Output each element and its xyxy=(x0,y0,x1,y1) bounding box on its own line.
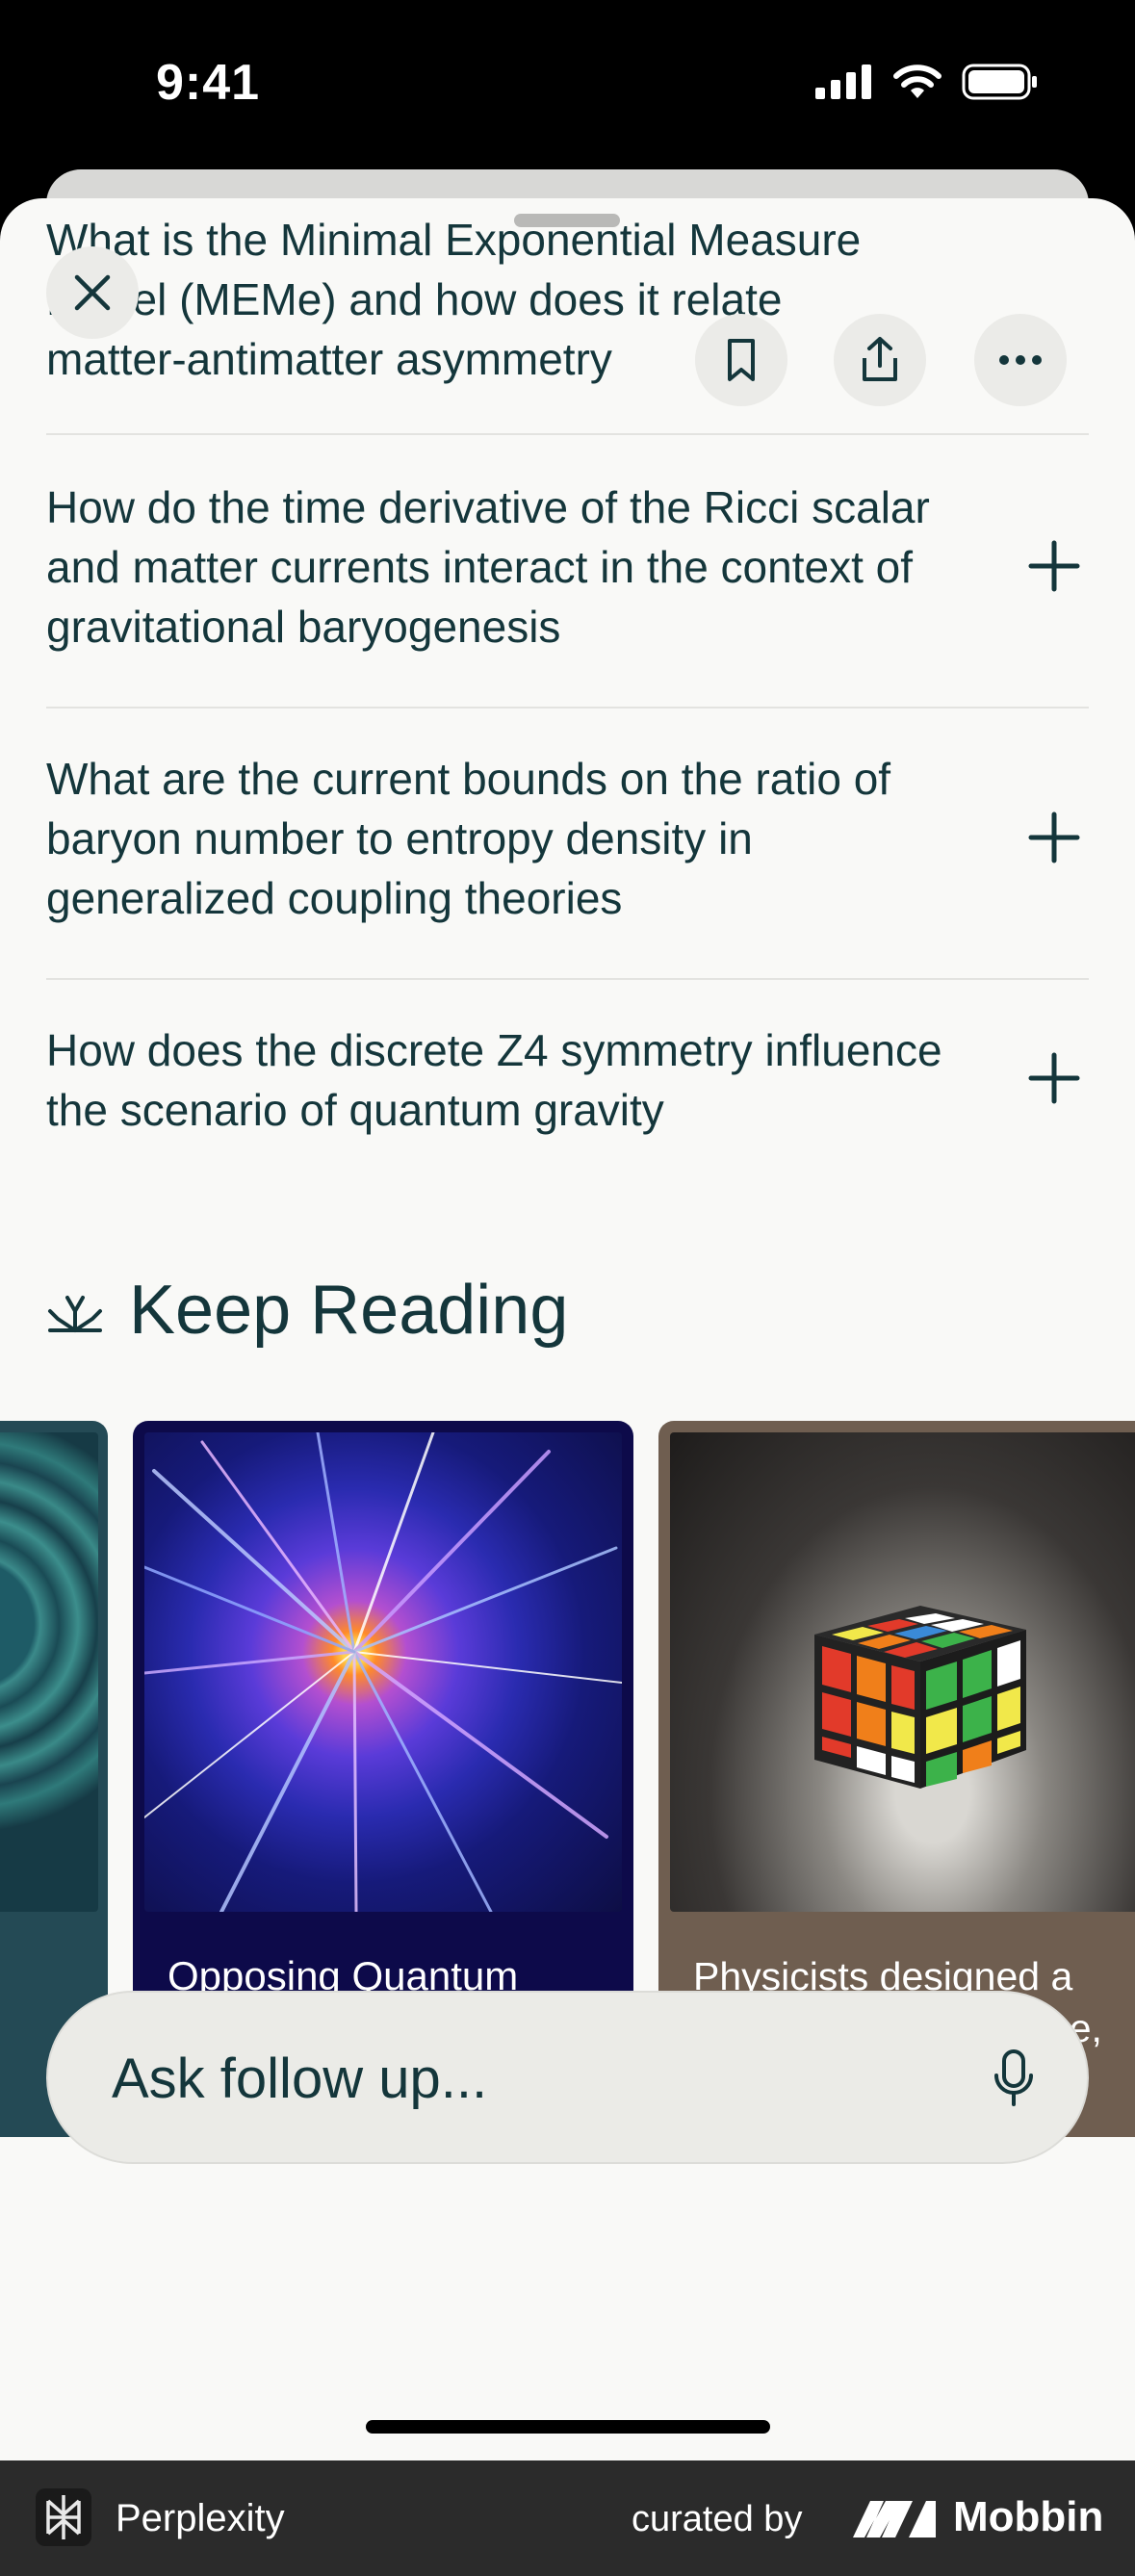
ask-placeholder: Ask follow up... xyxy=(112,2048,488,2110)
perplexity-logo-icon xyxy=(36,2488,91,2546)
card-image xyxy=(144,1432,622,1912)
plus-icon[interactable] xyxy=(1027,811,1081,864)
header-question-line2: Model (MEMe) and how does it relate xyxy=(46,274,783,324)
sparkle-icon xyxy=(48,1296,102,1332)
close-button[interactable] xyxy=(46,246,139,339)
mic-icon[interactable] xyxy=(993,2048,1035,2108)
footer-curated-by: curated by xyxy=(632,2499,803,2539)
footer-brand: Perplexity xyxy=(116,2497,285,2539)
keep-reading-title: Keep Reading xyxy=(129,1272,569,1349)
card-image xyxy=(670,1432,1135,1912)
header-question: What is the Minimal Exponential Measure … xyxy=(46,210,1089,389)
plus-icon[interactable] xyxy=(1027,539,1081,593)
wifi-icon xyxy=(893,64,942,98)
bookmark-button[interactable] xyxy=(695,314,787,406)
related-question[interactable]: How does the discrete Z4 symmetry influe… xyxy=(46,1020,1089,1140)
divider xyxy=(46,978,1089,980)
status-time: 9:41 xyxy=(156,55,261,111)
related-question[interactable]: How do the time derivative of the Ricci … xyxy=(46,477,1089,657)
status-icons xyxy=(815,64,1039,100)
ask-follow-up-input[interactable]: Ask follow up... xyxy=(46,1991,1089,2164)
home-indicator xyxy=(366,2420,770,2434)
share-icon xyxy=(863,337,897,381)
rubiks-cube xyxy=(814,1606,1026,1789)
footer-bar: Perplexity curated by Mobbin xyxy=(0,2460,1135,2576)
share-button[interactable] xyxy=(834,314,926,406)
related-question-text: How does the discrete Z4 symmetry influe… xyxy=(46,1025,942,1135)
hyperspace-rays xyxy=(144,1432,622,1912)
divider xyxy=(46,707,1089,708)
plus-icon[interactable] xyxy=(1027,1051,1081,1105)
answer-sheet[interactable]: What is the Minimal Exponential Measure … xyxy=(0,198,1135,2460)
battery-icon xyxy=(962,64,1037,100)
close-icon xyxy=(74,274,111,311)
bookmark-icon xyxy=(728,339,755,381)
divider xyxy=(46,433,1089,435)
sheet-grabber[interactable] xyxy=(514,214,620,227)
related-question-text: What are the current bounds on the ratio… xyxy=(46,754,891,923)
mobbin-logo-icon xyxy=(853,2501,936,2537)
footer-mobbin: Mobbin xyxy=(953,2493,1104,2540)
related-question-text: How do the time derivative of the Ricci … xyxy=(46,482,930,652)
more-button[interactable] xyxy=(974,314,1067,406)
more-icon xyxy=(999,355,1042,365)
header-question-line3: matter-antimatter asymmetry xyxy=(46,334,612,384)
signal-icon xyxy=(815,64,871,99)
status-bar: 9:41 xyxy=(0,0,1135,173)
related-question[interactable]: What are the current bounds on the ratio… xyxy=(46,749,1089,928)
card-image xyxy=(0,1432,98,1912)
